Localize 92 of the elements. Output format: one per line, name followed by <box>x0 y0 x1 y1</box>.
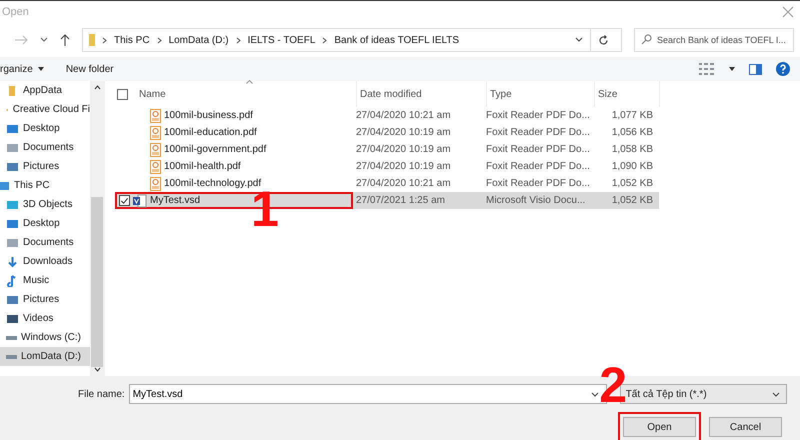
date-cell-text: 27/04/2020 10:21 am <box>355 110 452 121</box>
chevron-down-icon <box>772 392 780 396</box>
type-cell-text: Foxit Reader PDF Do... <box>485 144 591 155</box>
column-header[interactable]: Date modified <box>357 81 487 107</box>
sidebar-item[interactable]: Pictures <box>0 157 90 176</box>
open-button[interactable]: Open <box>623 417 696 437</box>
pdf-file-icon <box>150 108 161 122</box>
sort-caret-icon <box>246 80 253 84</box>
file-row[interactable]: 100mil-education.pdf 27/04/2020 10:19 am Foxit Reader PDF Do... 1,056 KB <box>115 124 659 141</box>
new-folder-button[interactable]: New folder <box>62 62 118 76</box>
sidebar-item[interactable]: Documents <box>0 233 90 252</box>
visio-file-icon <box>133 194 147 208</box>
window-title: Open <box>2 6 30 18</box>
sidebar-item[interactable]: Downloads <box>0 252 90 271</box>
cancel-button[interactable]: Cancel <box>709 417 782 437</box>
file-name: 100mil-government.pdf <box>164 144 266 155</box>
size-cell-text: 1,052 KB <box>610 195 654 206</box>
sidebar-item[interactable]: Windows (C:) <box>0 328 90 347</box>
size-cell-text: 1,090 KB <box>610 161 654 172</box>
chevron-down-icon[interactable] <box>40 37 48 43</box>
size-cell-text: 1,056 KB <box>610 127 654 138</box>
scrollbar-thumb[interactable] <box>91 197 103 367</box>
chevron-down-icon <box>590 392 599 397</box>
sidebar-item[interactable]: Videos <box>0 309 90 328</box>
file-name: 100mil-technology.pdf <box>164 178 262 189</box>
size-cell-text: 1,077 KB <box>610 110 654 121</box>
sidebar-item[interactable]: AppData <box>0 81 90 100</box>
sidebar-item[interactable]: Creative Cloud Fi <box>0 100 90 119</box>
type-cell-text: Foxit Reader PDF Do... <box>485 161 591 172</box>
date-cell-text: 27/07/2021 1:25 am <box>355 195 446 206</box>
chevron-right-icon <box>322 36 328 44</box>
file-name-label: File name: <box>78 388 125 400</box>
address-bar[interactable]: This PC LomData (D:) IELTS - TOEFL Bank of ideas TOEFL IELTS <box>82 28 622 52</box>
breadcrumb[interactable]: Bank of ideas TOEFL IELTS <box>334 34 460 46</box>
file-name: 100mil-business.pdf <box>164 110 253 121</box>
chevron-right-icon <box>156 36 162 44</box>
file-name: 100mil-health.pdf <box>164 161 241 172</box>
drive-icon <box>6 336 17 340</box>
size-cell-text: 1,058 KB <box>610 144 654 155</box>
sidebar-item[interactable]: Desktop <box>0 214 90 233</box>
pdf-file-icon <box>150 142 161 156</box>
sidebar-item[interactable]: Documents <box>0 138 90 157</box>
view-list-icon[interactable] <box>699 63 715 75</box>
pdf-file-icon <box>150 126 161 140</box>
scroll-down-icon[interactable] <box>94 367 100 372</box>
checkbox[interactable] <box>119 195 130 206</box>
sidebar-item[interactable]: LomData (D:) <box>0 347 90 366</box>
breadcrumb[interactable]: IELTS - TOEFL <box>248 34 316 46</box>
size-cell-text: 1,052 KB <box>610 178 654 189</box>
file-row[interactable]: 100mil-business.pdf 27/04/2020 10:21 am Foxit Reader PDF Do... 1,077 KB <box>115 107 659 124</box>
pdf-file-icon <box>150 176 161 190</box>
chevron-right-icon <box>236 36 241 44</box>
file-row[interactable]: 100mil-technology.pdf 27/04/2020 10:21 am Foxit Reader PDF Do... 1,052 KB <box>115 175 659 192</box>
refresh-icon[interactable] <box>598 34 609 46</box>
sidebar-item[interactable]: Desktop <box>0 119 90 138</box>
type-cell-text: Microsoft Visio Docu... <box>485 195 586 206</box>
chevron-right-icon <box>102 36 107 44</box>
close-icon[interactable] <box>782 6 794 18</box>
sidebar-item[interactable]: Music <box>0 271 90 290</box>
column-header[interactable]: Type <box>487 81 595 107</box>
caret-icon <box>38 67 44 71</box>
scroll-up-icon[interactable] <box>94 85 100 90</box>
type-cell-text: Foxit Reader PDF Do... <box>485 110 591 121</box>
breadcrumb[interactable]: This PC <box>114 34 150 46</box>
file-row[interactable]: 100mil-government.pdf 27/04/2020 10:19 am Foxit Reader PDF Do... 1,058 KB <box>115 141 659 158</box>
column-header[interactable]: Name <box>136 81 357 107</box>
type-cell-text: Foxit Reader PDF Do... <box>485 178 591 189</box>
type-cell-text: Foxit Reader PDF Do... <box>485 127 591 138</box>
file-name: MyTest.vsd <box>150 195 200 206</box>
sidebar-item[interactable]: Pictures <box>0 290 90 309</box>
pdf-file-icon <box>150 160 161 174</box>
search-icon <box>641 34 652 45</box>
column-header[interactable]: Size <box>595 81 660 107</box>
breadcrumb[interactable]: LomData (D:) <box>168 34 229 46</box>
chevron-down-icon[interactable] <box>575 37 583 43</box>
sidebar-item[interactable]: 3D Objects <box>0 195 90 214</box>
search-field[interactable]: Search Bank of ideas TOEFL I... <box>634 28 794 52</box>
file-name: 100mil-education.pdf <box>164 127 257 138</box>
file-row[interactable]: 100mil-health.pdf 27/04/2020 10:19 am Foxit Reader PDF Do... 1,090 KB <box>115 158 659 175</box>
folder-icon <box>89 34 95 46</box>
caret-icon[interactable] <box>729 67 735 71</box>
organize-menu[interactable]: rganize <box>0 62 48 76</box>
select-all-checkbox[interactable] <box>117 88 128 100</box>
sidebar-item[interactable]: This PC <box>0 176 90 195</box>
help-icon[interactable] <box>776 62 790 76</box>
up-arrow-icon[interactable] <box>60 34 70 46</box>
date-cell-text: 27/04/2020 10:21 am <box>355 178 452 189</box>
date-cell-text: 27/04/2020 10:19 am <box>355 161 452 172</box>
date-cell-text: 27/04/2020 10:19 am <box>355 127 452 138</box>
preview-pane-icon[interactable] <box>749 64 762 74</box>
date-cell-text: 27/04/2020 10:19 am <box>355 144 452 155</box>
drive-icon <box>6 354 17 358</box>
